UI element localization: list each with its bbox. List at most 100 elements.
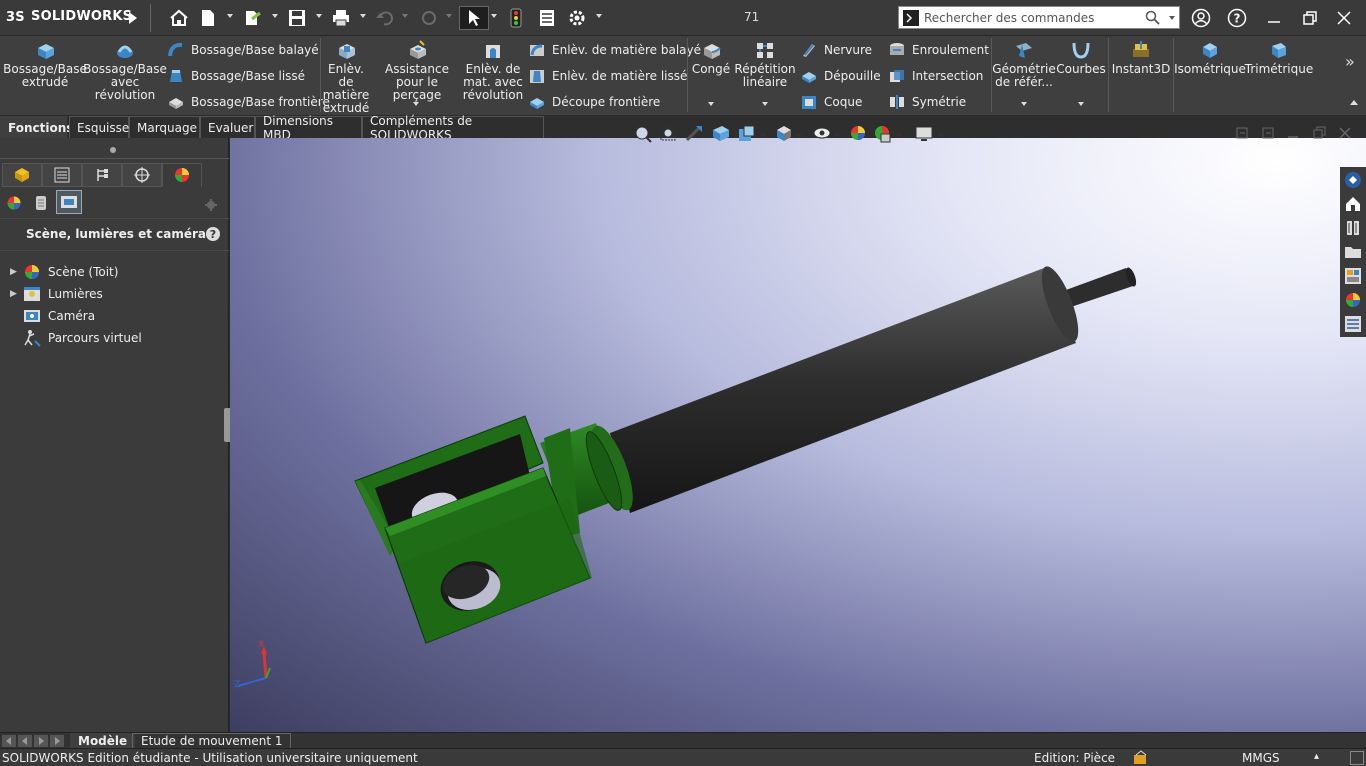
repetition-lineaire-button[interactable]: Répétition linéaire bbox=[734, 40, 796, 89]
appearances-button[interactable] bbox=[4, 192, 24, 214]
new-button[interactable] bbox=[198, 6, 218, 30]
options-button[interactable] bbox=[566, 6, 588, 30]
assistance-dropdown-caret[interactable] bbox=[413, 102, 419, 106]
open-button[interactable] bbox=[242, 6, 264, 30]
select-button[interactable] bbox=[459, 6, 489, 30]
instant3d-button[interactable]: Instant3D bbox=[1112, 40, 1170, 76]
decals-button[interactable] bbox=[31, 192, 51, 214]
resources-tab[interactable] bbox=[1342, 169, 1364, 191]
units-selector[interactable]: MMGS bbox=[1242, 751, 1280, 765]
tab-marquage[interactable]: Marquage bbox=[129, 116, 200, 138]
enlev-lisse-button[interactable]: Enlèv. de matière lissé bbox=[528, 68, 687, 84]
tree-item-lumieres[interactable]: ▶ Lumières bbox=[10, 284, 103, 304]
tab-property-manager[interactable] bbox=[42, 163, 82, 187]
undo-dropdown-caret[interactable] bbox=[402, 14, 408, 18]
bossage-revolution-button[interactable]: Bossage/Base avec révolution bbox=[83, 40, 167, 102]
units-caret-icon[interactable]: ▴ bbox=[1314, 751, 1319, 762]
enroulement-button[interactable]: Enroulement bbox=[888, 42, 989, 58]
home-button[interactable] bbox=[168, 6, 190, 30]
tab-evaluer[interactable]: Evaluer bbox=[200, 116, 255, 138]
courbes-dropdown-caret[interactable] bbox=[1078, 102, 1084, 106]
save-button[interactable] bbox=[287, 6, 307, 30]
isometrique-button[interactable]: Isométrique bbox=[1174, 40, 1246, 76]
tree-item-scene[interactable]: ▶ Scène (Toit) bbox=[10, 262, 118, 282]
expand-arrow-icon[interactable]: ▶ bbox=[10, 267, 22, 277]
scene-lights-cameras-button[interactable] bbox=[56, 190, 82, 214]
tab-scroll-buttons[interactable] bbox=[2, 735, 66, 747]
tab-esquisse[interactable]: Esquisse bbox=[69, 116, 129, 138]
tab-dimxpert[interactable] bbox=[122, 163, 162, 187]
redo-button[interactable] bbox=[418, 6, 440, 30]
geometrie-reference-button[interactable]: Géométrie de référ... bbox=[992, 40, 1056, 89]
help-button[interactable]: ? bbox=[1226, 6, 1248, 30]
tab-modele[interactable]: Modèle bbox=[70, 733, 136, 749]
print-button[interactable] bbox=[330, 6, 352, 30]
tab-dimensions-mbd[interactable]: Dimensions MBD bbox=[255, 114, 362, 142]
redo-dropdown-caret[interactable] bbox=[446, 14, 452, 18]
account-button[interactable] bbox=[1190, 6, 1212, 30]
save-dropdown-caret[interactable] bbox=[316, 14, 322, 18]
home-tab[interactable] bbox=[1342, 193, 1364, 215]
intersection-button[interactable]: Intersection bbox=[888, 68, 983, 84]
tab-display-manager[interactable] bbox=[162, 163, 202, 187]
rebuild-button[interactable] bbox=[506, 6, 526, 30]
conge-dropdown-caret[interactable] bbox=[708, 102, 714, 106]
status-options-button[interactable] bbox=[1350, 751, 1364, 765]
tree-item-parcours[interactable]: Parcours virtuel bbox=[10, 328, 142, 348]
geometrie-dropdown-caret[interactable] bbox=[1021, 102, 1027, 106]
tab-etude-mouvement[interactable]: Etude de mouvement 1 bbox=[132, 733, 292, 749]
tab-feature-manager[interactable] bbox=[2, 163, 42, 187]
bossage-extrude-button[interactable]: Bossage/Base extrudé bbox=[3, 40, 87, 89]
nervure-button[interactable]: Nervure bbox=[800, 42, 872, 58]
minimize-button[interactable] bbox=[1264, 6, 1284, 30]
print-dropdown-caret[interactable] bbox=[360, 14, 366, 18]
enlev-balaye-button[interactable]: Enlèv. de matière balayé bbox=[528, 42, 701, 58]
part-model[interactable] bbox=[230, 138, 1366, 732]
bossage-lisse-button[interactable]: Bossage/Base lissé bbox=[167, 68, 305, 84]
ribbon-more-button[interactable]: » bbox=[1345, 52, 1355, 71]
search-icon[interactable] bbox=[1145, 10, 1161, 26]
bossage-balaye-button[interactable]: Bossage/Base balayé bbox=[167, 42, 319, 58]
appearances-scenes-tab[interactable] bbox=[1342, 289, 1364, 311]
search-dropdown-caret[interactable] bbox=[1169, 16, 1175, 20]
collapse-ribbon-icon[interactable] bbox=[1350, 100, 1358, 105]
assistance-percage-button[interactable]: Assistance pour le perçage bbox=[372, 40, 462, 102]
tab-complements[interactable]: Compléments de SOLIDWORKS bbox=[362, 114, 544, 142]
tab-fonctions[interactable]: Fonctions bbox=[0, 116, 73, 138]
courbes-button[interactable]: Courbes bbox=[1056, 40, 1106, 76]
enlev-extrude-button[interactable]: Enlèv. de matière extrudé bbox=[322, 40, 370, 115]
tree-item-camera[interactable]: Caméra bbox=[10, 306, 95, 326]
options-dropdown-caret[interactable] bbox=[596, 14, 602, 18]
close-button[interactable] bbox=[1334, 6, 1354, 30]
expand-menu-button[interactable] bbox=[126, 6, 140, 30]
file-explorer-tab[interactable] bbox=[1342, 241, 1364, 263]
expand-arrow-icon[interactable]: ▶ bbox=[10, 289, 22, 299]
repetition-dropdown-caret[interactable] bbox=[762, 102, 768, 106]
conge-button[interactable]: Congé bbox=[690, 40, 732, 76]
enlev-revolution-button[interactable]: Enlèv. de mat. avec révolution bbox=[463, 40, 523, 102]
file-properties-button[interactable] bbox=[536, 6, 558, 30]
custom-properties-tab[interactable] bbox=[1342, 313, 1364, 335]
bossage-frontiere-button[interactable]: Bossage/Base frontière bbox=[167, 94, 330, 110]
trimetrique-button[interactable]: Trimétrique bbox=[1245, 40, 1313, 76]
panel-pin-icon[interactable] bbox=[202, 196, 220, 214]
command-search[interactable]: Rechercher des commandes bbox=[898, 6, 1180, 29]
panel-splitter-handle[interactable] bbox=[110, 147, 116, 153]
view-palette-tab[interactable] bbox=[1342, 265, 1364, 287]
select-dropdown-caret[interactable] bbox=[491, 14, 497, 18]
graphics-area[interactable]: X Z bbox=[230, 125, 1366, 732]
solidworks-logo[interactable]: 3S SOLIDWORKS bbox=[6, 8, 132, 25]
rebuild-status-icon[interactable] bbox=[1132, 750, 1150, 766]
search-input[interactable]: Rechercher des commandes bbox=[924, 11, 1094, 25]
symetrie-button[interactable]: Symétrie bbox=[888, 94, 966, 110]
restore-button[interactable] bbox=[1300, 6, 1320, 30]
undo-button[interactable] bbox=[374, 6, 396, 30]
decoupe-frontiere-button[interactable]: Découpe frontière bbox=[528, 94, 660, 110]
new-dropdown-caret[interactable] bbox=[227, 14, 233, 18]
coque-button[interactable]: Coque bbox=[800, 94, 862, 110]
design-library-tab[interactable] bbox=[1342, 217, 1364, 239]
depouille-button[interactable]: Dépouille bbox=[800, 68, 881, 84]
panel-help-button[interactable]: ? bbox=[206, 227, 220, 241]
tab-configuration-manager[interactable] bbox=[82, 163, 122, 187]
open-dropdown-caret[interactable] bbox=[272, 14, 278, 18]
